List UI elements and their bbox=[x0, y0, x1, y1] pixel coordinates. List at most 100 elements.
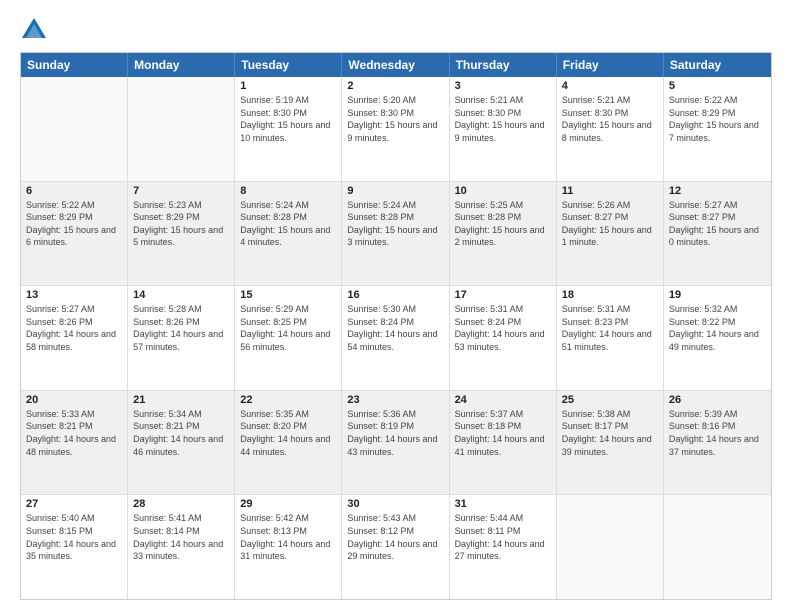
calendar-cell: 24Sunrise: 5:37 AM Sunset: 8:18 PM Dayli… bbox=[450, 391, 557, 495]
calendar-cell: 21 Sunrise: 5:34 AM Sunset: 8:21 PM Dayli… bbox=[128, 391, 235, 495]
day-info: Sunrise: 5:26 AM Sunset: 8:27 PM Dayligh… bbox=[562, 199, 658, 249]
calendar-cell: 31 Sunrise: 5:44 AM Sunset: 8:11 PM Dayli… bbox=[450, 495, 557, 599]
day-info: Sunrise: 5:22 AM Sunset: 8:29 PM Dayligh… bbox=[669, 94, 766, 144]
calendar-cell: 4Sunrise: 5:21 AM Sunset: 8:30 PM Daylig… bbox=[557, 77, 664, 181]
calendar-cell: 3 Sunrise: 5:21 AM Sunset: 8:30 PM Daylig… bbox=[450, 77, 557, 181]
day-number: 17 bbox=[455, 289, 551, 301]
calendar-cell: 1Sunrise: 5:19 AM Sunset: 8:30 PM Daylig… bbox=[235, 77, 342, 181]
day-info: Sunrise: 5:35 AM Sunset: 8:20 PM Dayligh… bbox=[240, 408, 336, 458]
calendar-row: 20 Sunrise: 5:33 AM Sunset: 8:21 PM Dayli… bbox=[21, 390, 771, 495]
day-number: 15 bbox=[240, 289, 336, 301]
day-number: 16 bbox=[347, 289, 443, 301]
calendar-cell bbox=[128, 77, 235, 181]
day-info: Sunrise: 5:40 AM Sunset: 8:15 PM Dayligh… bbox=[26, 512, 122, 562]
calendar-cell: 9 Sunrise: 5:24 AM Sunset: 8:28 PM Daylig… bbox=[342, 182, 449, 286]
day-info: Sunrise: 5:22 AM Sunset: 8:29 PM Dayligh… bbox=[26, 199, 122, 249]
day-number: 26 bbox=[669, 394, 766, 406]
day-number: 28 bbox=[133, 498, 229, 510]
day-info: Sunrise: 5:24 AM Sunset: 8:28 PM Dayligh… bbox=[240, 199, 336, 249]
day-info: Sunrise: 5:23 AM Sunset: 8:29 PM Dayligh… bbox=[133, 199, 229, 249]
day-info: Sunrise: 5:21 AM Sunset: 8:30 PM Dayligh… bbox=[455, 94, 551, 144]
day-number: 11 bbox=[562, 185, 658, 197]
calendar-cell bbox=[664, 495, 771, 599]
calendar-cell: 18Sunrise: 5:31 AM Sunset: 8:23 PM Dayli… bbox=[557, 286, 664, 390]
calendar-row: 6 Sunrise: 5:22 AM Sunset: 8:29 PM Daylig… bbox=[21, 181, 771, 286]
calendar-cell: 19 Sunrise: 5:32 AM Sunset: 8:22 PM Dayli… bbox=[664, 286, 771, 390]
day-number: 27 bbox=[26, 498, 122, 510]
day-number: 29 bbox=[240, 498, 336, 510]
day-number: 31 bbox=[455, 498, 551, 510]
day-number: 25 bbox=[562, 394, 658, 406]
weekday-header: Sunday bbox=[21, 53, 128, 77]
day-info: Sunrise: 5:41 AM Sunset: 8:14 PM Dayligh… bbox=[133, 512, 229, 562]
logo bbox=[20, 16, 52, 44]
day-number: 13 bbox=[26, 289, 122, 301]
calendar-row: 27 Sunrise: 5:40 AM Sunset: 8:15 PM Dayli… bbox=[21, 494, 771, 599]
day-number: 22 bbox=[240, 394, 336, 406]
day-number: 10 bbox=[455, 185, 551, 197]
day-info: Sunrise: 5:44 AM Sunset: 8:11 PM Dayligh… bbox=[455, 512, 551, 562]
calendar-cell: 6 Sunrise: 5:22 AM Sunset: 8:29 PM Daylig… bbox=[21, 182, 128, 286]
day-number: 30 bbox=[347, 498, 443, 510]
day-number: 14 bbox=[133, 289, 229, 301]
calendar-row: 1Sunrise: 5:19 AM Sunset: 8:30 PM Daylig… bbox=[21, 77, 771, 181]
calendar-cell: 11 Sunrise: 5:26 AM Sunset: 8:27 PM Dayli… bbox=[557, 182, 664, 286]
day-info: Sunrise: 5:29 AM Sunset: 8:25 PM Dayligh… bbox=[240, 303, 336, 353]
header bbox=[20, 16, 772, 44]
day-number: 3 bbox=[455, 80, 551, 92]
day-info: Sunrise: 5:30 AM Sunset: 8:24 PM Dayligh… bbox=[347, 303, 443, 353]
day-number: 12 bbox=[669, 185, 766, 197]
weekday-header: Friday bbox=[557, 53, 664, 77]
calendar-cell: 7Sunrise: 5:23 AM Sunset: 8:29 PM Daylig… bbox=[128, 182, 235, 286]
calendar-cell: 16 Sunrise: 5:30 AM Sunset: 8:24 PM Dayli… bbox=[342, 286, 449, 390]
calendar-cell: 25 Sunrise: 5:38 AM Sunset: 8:17 PM Dayli… bbox=[557, 391, 664, 495]
calendar: SundayMondayTuesdayWednesdayThursdayFrid… bbox=[20, 52, 772, 600]
calendar-cell: 22 Sunrise: 5:35 AM Sunset: 8:20 PM Dayli… bbox=[235, 391, 342, 495]
day-number: 1 bbox=[240, 80, 336, 92]
calendar-cell: 2 Sunrise: 5:20 AM Sunset: 8:30 PM Daylig… bbox=[342, 77, 449, 181]
day-info: Sunrise: 5:27 AM Sunset: 8:26 PM Dayligh… bbox=[26, 303, 122, 353]
weekday-header: Monday bbox=[128, 53, 235, 77]
day-number: 9 bbox=[347, 185, 443, 197]
day-info: Sunrise: 5:24 AM Sunset: 8:28 PM Dayligh… bbox=[347, 199, 443, 249]
day-info: Sunrise: 5:25 AM Sunset: 8:28 PM Dayligh… bbox=[455, 199, 551, 249]
day-info: Sunrise: 5:36 AM Sunset: 8:19 PM Dayligh… bbox=[347, 408, 443, 458]
day-info: Sunrise: 5:32 AM Sunset: 8:22 PM Dayligh… bbox=[669, 303, 766, 353]
calendar-cell: 15 Sunrise: 5:29 AM Sunset: 8:25 PM Dayli… bbox=[235, 286, 342, 390]
calendar-cell: 26 Sunrise: 5:39 AM Sunset: 8:16 PM Dayli… bbox=[664, 391, 771, 495]
calendar-cell: 8Sunrise: 5:24 AM Sunset: 8:28 PM Daylig… bbox=[235, 182, 342, 286]
calendar-cell: 23 Sunrise: 5:36 AM Sunset: 8:19 PM Dayli… bbox=[342, 391, 449, 495]
weekday-header: Wednesday bbox=[342, 53, 449, 77]
day-number: 20 bbox=[26, 394, 122, 406]
calendar-cell: 27 Sunrise: 5:40 AM Sunset: 8:15 PM Dayli… bbox=[21, 495, 128, 599]
day-info: Sunrise: 5:33 AM Sunset: 8:21 PM Dayligh… bbox=[26, 408, 122, 458]
calendar-cell: 29 Sunrise: 5:42 AM Sunset: 8:13 PM Dayli… bbox=[235, 495, 342, 599]
day-info: Sunrise: 5:38 AM Sunset: 8:17 PM Dayligh… bbox=[562, 408, 658, 458]
calendar-body: 1Sunrise: 5:19 AM Sunset: 8:30 PM Daylig… bbox=[21, 77, 771, 599]
calendar-cell bbox=[21, 77, 128, 181]
day-info: Sunrise: 5:39 AM Sunset: 8:16 PM Dayligh… bbox=[669, 408, 766, 458]
day-number: 19 bbox=[669, 289, 766, 301]
day-info: Sunrise: 5:27 AM Sunset: 8:27 PM Dayligh… bbox=[669, 199, 766, 249]
day-number: 23 bbox=[347, 394, 443, 406]
calendar-cell: 14Sunrise: 5:28 AM Sunset: 8:26 PM Dayli… bbox=[128, 286, 235, 390]
calendar-cell: 12 Sunrise: 5:27 AM Sunset: 8:27 PM Dayli… bbox=[664, 182, 771, 286]
day-number: 21 bbox=[133, 394, 229, 406]
calendar-cell: 10 Sunrise: 5:25 AM Sunset: 8:28 PM Dayli… bbox=[450, 182, 557, 286]
logo-icon bbox=[20, 16, 48, 44]
calendar-header: SundayMondayTuesdayWednesdayThursdayFrid… bbox=[21, 53, 771, 77]
weekday-header: Saturday bbox=[664, 53, 771, 77]
page: SundayMondayTuesdayWednesdayThursdayFrid… bbox=[0, 0, 792, 612]
day-info: Sunrise: 5:43 AM Sunset: 8:12 PM Dayligh… bbox=[347, 512, 443, 562]
day-info: Sunrise: 5:31 AM Sunset: 8:24 PM Dayligh… bbox=[455, 303, 551, 353]
day-info: Sunrise: 5:20 AM Sunset: 8:30 PM Dayligh… bbox=[347, 94, 443, 144]
day-number: 6 bbox=[26, 185, 122, 197]
day-info: Sunrise: 5:34 AM Sunset: 8:21 PM Dayligh… bbox=[133, 408, 229, 458]
calendar-cell: 5 Sunrise: 5:22 AM Sunset: 8:29 PM Daylig… bbox=[664, 77, 771, 181]
day-number: 5 bbox=[669, 80, 766, 92]
day-number: 24 bbox=[455, 394, 551, 406]
calendar-cell: 28 Sunrise: 5:41 AM Sunset: 8:14 PM Dayli… bbox=[128, 495, 235, 599]
day-info: Sunrise: 5:42 AM Sunset: 8:13 PM Dayligh… bbox=[240, 512, 336, 562]
day-number: 18 bbox=[562, 289, 658, 301]
day-number: 2 bbox=[347, 80, 443, 92]
